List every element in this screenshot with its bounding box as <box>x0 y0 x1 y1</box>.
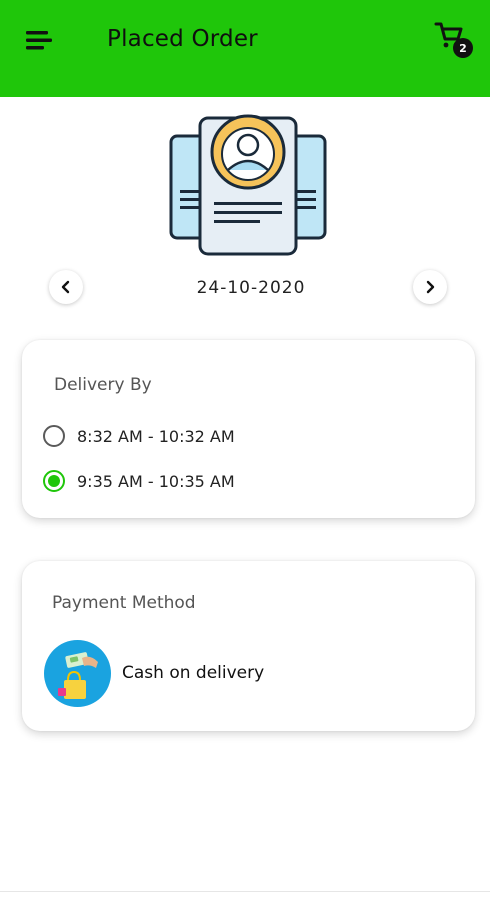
payment-method-label: Cash on delivery <box>122 663 265 683</box>
cash-on-delivery-icon <box>44 640 111 707</box>
delivery-option[interactable]: 9:35 AM - 10:35 AM <box>43 470 235 492</box>
payment-method-card: Payment Method Cash on delivery <box>22 561 475 731</box>
page-title: Placed Order <box>107 26 258 52</box>
payment-heading: Payment Method <box>52 593 196 613</box>
radio-selected[interactable] <box>43 470 65 492</box>
previous-date-button[interactable] <box>49 270 83 304</box>
delivery-option-label: 9:35 AM - 10:35 AM <box>77 471 235 491</box>
next-date-button[interactable] <box>413 270 447 304</box>
order-profile-illustration <box>166 108 330 258</box>
chevron-right-icon <box>426 280 435 294</box>
cart-count-badge: 2 <box>453 38 473 58</box>
hamburger-menu-icon[interactable] <box>20 24 58 56</box>
chevron-left-icon <box>61 280 70 294</box>
cart-button[interactable]: 2 <box>434 20 478 60</box>
selected-date: 24-10-2020 <box>196 278 306 298</box>
delivery-time-card: Delivery By 8:32 AM - 10:32 AM 9:35 AM -… <box>22 340 475 518</box>
app-bar: Placed Order 2 <box>0 0 490 97</box>
delivery-heading: Delivery By <box>54 375 152 395</box>
radio-unselected[interactable] <box>43 425 65 447</box>
divider <box>0 891 490 892</box>
delivery-option[interactable]: 8:32 AM - 10:32 AM <box>43 425 235 447</box>
delivery-option-label: 8:32 AM - 10:32 AM <box>77 426 235 446</box>
